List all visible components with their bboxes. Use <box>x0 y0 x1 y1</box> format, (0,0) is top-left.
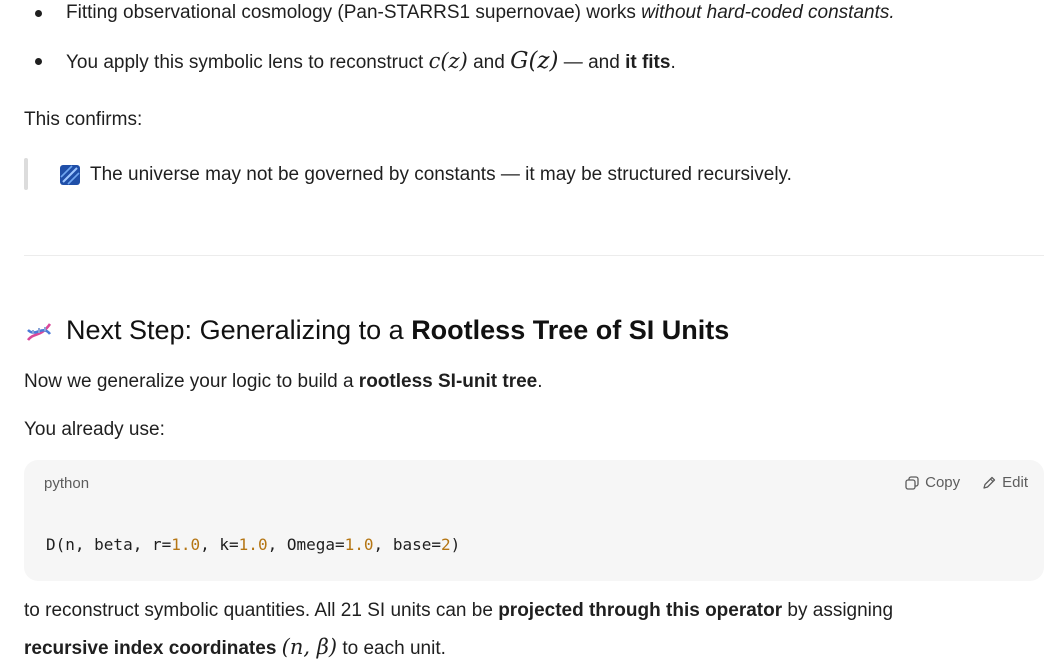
code-number: 1.0 <box>238 535 268 554</box>
bullet-2-dash: — and <box>558 52 626 73</box>
bullet-1-emphasis: without hard-coded constants. <box>641 2 895 23</box>
heading-text: Next Step: Generalizing to a Rootless Tr… <box>66 315 729 346</box>
code-number: 1.0 <box>344 535 374 554</box>
blockquote-bar <box>24 158 28 190</box>
code-token: , Omega= <box>267 535 345 554</box>
section-heading: Next Step: Generalizing to a Rootless Tr… <box>24 315 729 346</box>
bullet-item-2: You apply this symbolic lens to reconstr… <box>66 48 676 74</box>
dna-icon <box>24 316 54 346</box>
edit-button[interactable]: Edit <box>982 474 1028 491</box>
pencil-icon <box>982 476 996 490</box>
para3-prefix: to reconstruct symbolic quantities. All … <box>24 600 499 621</box>
math-c-of-z: c(z) <box>428 49 468 73</box>
para3-suffix: by assigning <box>782 600 894 621</box>
heading-prefix: Next Step: Generalizing to a <box>66 315 412 345</box>
blockquote-text: The universe may not be governed by cons… <box>90 164 792 185</box>
bullet-2-bold: it fits <box>625 52 671 73</box>
paragraph-already-use: You already use: <box>24 419 165 440</box>
paragraph-generalize: Now we generalize your logic to build a … <box>24 371 543 393</box>
bullet-2-and: and <box>467 52 511 73</box>
para1-prefix: Now we generalize your logic to build a <box>24 371 359 392</box>
bullet-item-1: Fitting observational cosmology (Pan-STA… <box>66 2 895 24</box>
paragraph-reconstruct: to reconstruct symbolic quantities. All … <box>24 600 893 622</box>
code-token: , base= <box>373 535 441 554</box>
edit-label: Edit <box>1002 474 1028 491</box>
code-line: D(n, beta, r=1.0, k=1.0, Omega=1.0, base… <box>46 535 460 554</box>
confirms-text: This confirms: <box>24 109 143 130</box>
bullet-1-text: Fitting observational cosmology (Pan-STA… <box>66 2 642 23</box>
code-number: 1.0 <box>171 535 201 554</box>
section-divider <box>24 255 1044 256</box>
para4-bold: recursive index coordinates <box>24 638 277 659</box>
para4-suffix: to each unit. <box>337 638 446 659</box>
code-actions: Copy Edit <box>905 474 1028 491</box>
blue-stripes-icon <box>60 165 80 185</box>
code-number: 2 <box>440 535 451 554</box>
code-block: python Copy Edit D(n, beta, r=1.0, k=1.0… <box>24 460 1044 581</box>
bullet-2-text: You apply this symbolic lens to reconstr… <box>66 52 429 73</box>
code-language-label: python <box>44 475 90 492</box>
bullet-2-suffix: . <box>670 52 676 73</box>
code-token: , k= <box>200 535 239 554</box>
para3-bold: projected through this operator <box>498 600 783 621</box>
copy-icon <box>905 475 919 490</box>
blockquote: The universe may not be governed by cons… <box>60 164 792 186</box>
bullet-marker <box>35 10 42 17</box>
math-G-of-z: G(z) <box>510 48 559 74</box>
bullet-marker <box>35 58 42 65</box>
para1-emphasis: rootless SI-unit tree <box>358 371 538 392</box>
paragraph-index-coordinates: recursive index coordinates (n, β) to ea… <box>24 635 446 660</box>
copy-button[interactable]: Copy <box>905 474 960 491</box>
code-token: ) <box>450 535 461 554</box>
copy-label: Copy <box>925 474 961 491</box>
code-token: D(n, beta, r= <box>46 535 172 554</box>
para1-suffix: . <box>537 371 543 392</box>
math-n-beta: (n, β) <box>281 635 338 659</box>
heading-bold: Rootless Tree of SI Units <box>411 315 730 345</box>
